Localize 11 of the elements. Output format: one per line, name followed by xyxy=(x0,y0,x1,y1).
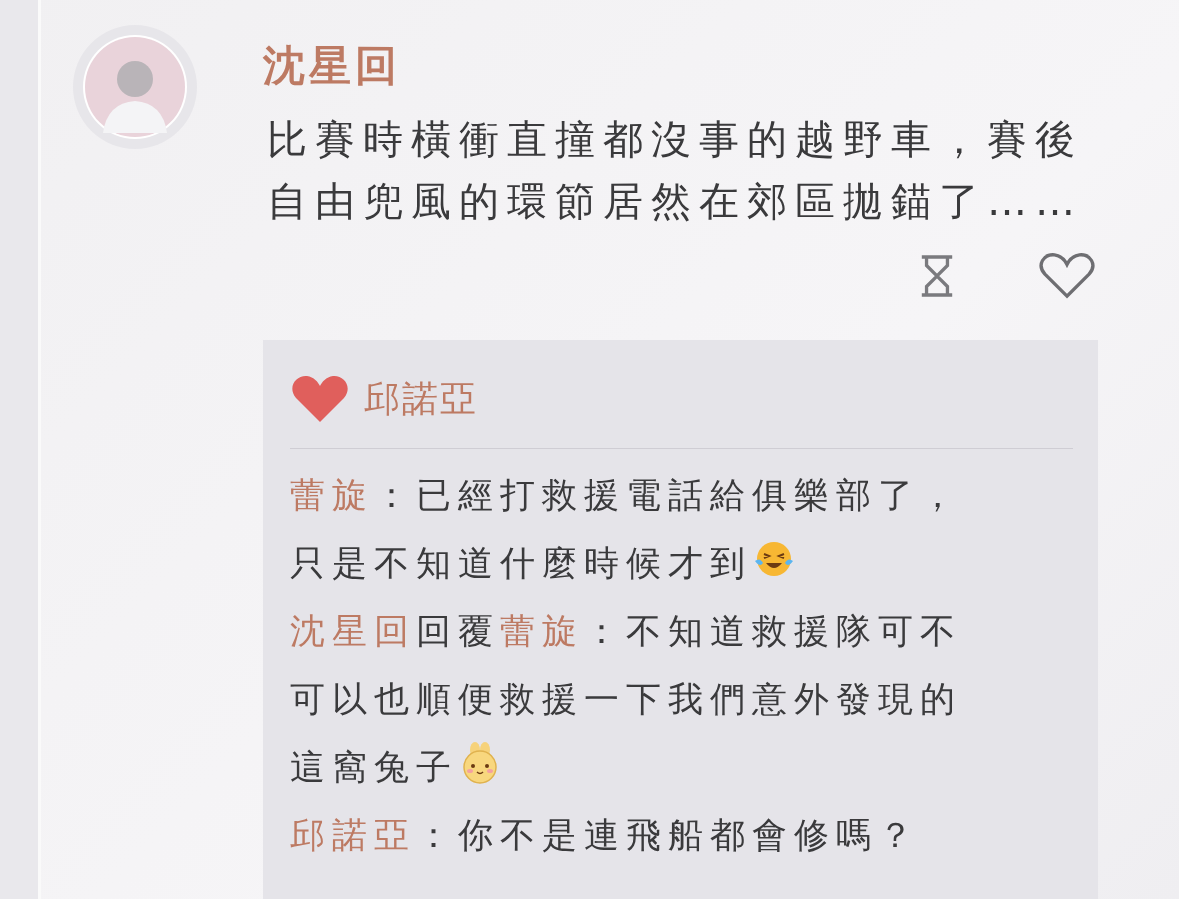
comment-line: 沈星回 回覆 蕾旋：不知道救援隊可不 xyxy=(290,610,962,653)
comment-line: 這窩兔子 xyxy=(290,746,458,789)
liker-name[interactable]: 邱諾亞 xyxy=(364,374,478,424)
author-name[interactable]: 沈星回 xyxy=(263,38,1098,94)
comment-line: 蕾旋：已經打救援電話給俱樂部了， xyxy=(290,474,962,517)
comment-line: 可以也順便救援一下我們意外發現的 xyxy=(290,678,962,721)
like-heart-icon[interactable] xyxy=(1038,252,1096,300)
heart-icon xyxy=(290,374,350,424)
comment-line: 只是不知道什麼時候才到 xyxy=(290,542,752,585)
post-text: 比賽時橫衝直撞都沒事的越野車，賽後自由兜風的環節居然在郊區拋錨了…… xyxy=(267,115,1084,226)
comment-line: 邱諾亞：你不是連飛船都會修嗎？ xyxy=(290,814,920,857)
